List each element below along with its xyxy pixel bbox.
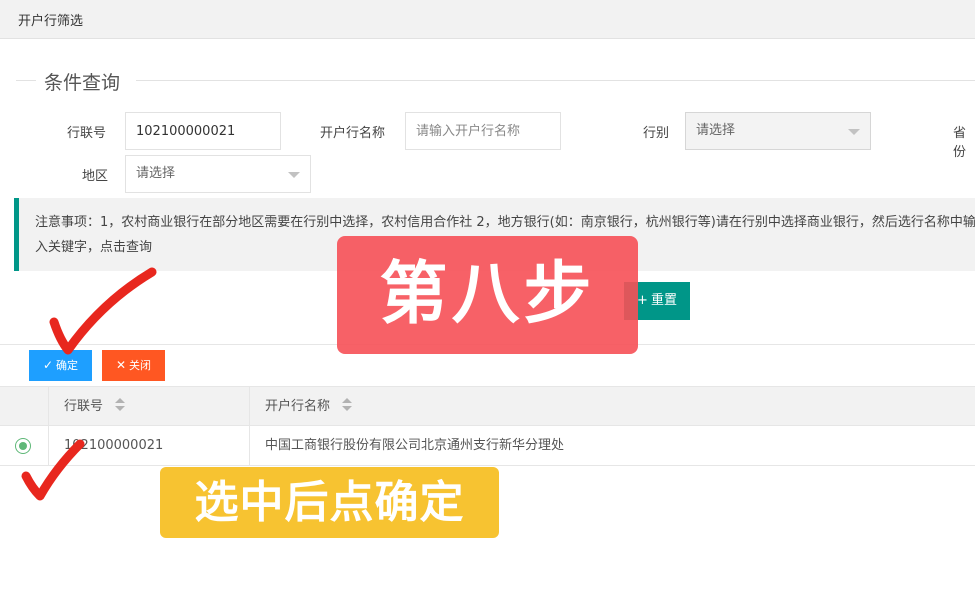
step-annotation: 第八步 [337,236,638,354]
bank-name-label: 开户行名称 [320,126,386,141]
tip-annotation: 选中后点确定 [160,467,499,538]
hand-drawn-check-icon [49,267,157,355]
bank-no-input[interactable] [125,112,281,150]
bank-no-label: 行联号 [67,126,107,141]
province-label: 省份 [953,126,967,160]
column-header-bank-name[interactable]: 开户行名称 [249,387,975,427]
dialog-titlebar: 开户行筛选 [0,0,975,39]
bank-type-select[interactable]: 请选择 [685,112,871,150]
fieldset-border-right [136,80,975,81]
cell-bank-name: 中国工商银行股份有限公司北京通州支行新华分理处 [265,438,565,453]
plus-icon: + [637,293,648,308]
chevron-down-icon [288,172,300,178]
region-select[interactable]: 请选择 [125,155,311,193]
table-header: 行联号 开户行名称 [0,386,975,426]
bank-type-label: 行别 [643,126,670,141]
region-label: 地区 [82,169,109,184]
reset-label: 重置 [650,293,677,308]
column-separator [249,386,250,466]
hand-drawn-check-icon [21,439,85,501]
table-row[interactable]: 102100000021 中国工商银行股份有限公司北京通州支行新华分理处 [0,426,975,466]
chevron-down-icon [848,129,860,135]
bank-name-input[interactable] [405,112,561,150]
sort-icon[interactable] [342,397,353,412]
fieldset-border-left [16,80,36,81]
dialog-title: 开户行筛选 [18,14,84,29]
sort-icon[interactable] [115,397,126,412]
bank-type-value: 请选择 [696,123,736,138]
query-legend: 条件查询 [44,72,121,94]
region-value: 请选择 [136,166,176,181]
column-header-bank-no[interactable]: 行联号 [48,387,250,427]
